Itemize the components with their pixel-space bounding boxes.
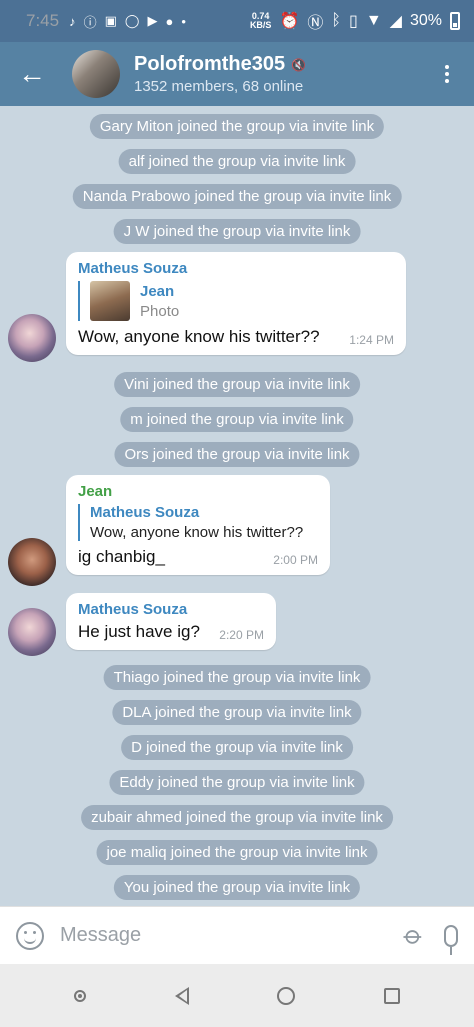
service-message: J W joined the group via invite link: [113, 219, 361, 244]
message-bubble[interactable]: Jean Matheus Souza Wow, anyone know his …: [66, 475, 330, 575]
dot-icon: •: [181, 13, 186, 29]
status-bar: 7:45 ♪ ⓘ ▣ ◯ ▶ ● • 0.74 KB/S ⏰ Ⓝ ᛒ ▯ ▼ ◢…: [0, 0, 474, 42]
muted-icon: 🔇: [291, 57, 307, 72]
info-icon: ⓘ: [83, 14, 97, 30]
composer: ⌀: [0, 906, 474, 964]
service-message: Gary Miton joined the group via invite l…: [89, 114, 385, 139]
member-count: 1352 members, 68 online: [134, 78, 304, 95]
avatar[interactable]: [8, 538, 56, 586]
reddit-icon: ●: [165, 13, 174, 29]
service-message: Vini joined the group via invite link: [114, 372, 360, 397]
service-message: m joined the group via invite link: [120, 407, 354, 432]
chat-icon: ◯: [124, 13, 140, 28]
youtube-icon: ▶: [147, 13, 158, 28]
app-b-icon: ▣: [104, 13, 117, 28]
photo-thumbnail: [90, 281, 130, 321]
emoji-icon[interactable]: [16, 921, 44, 950]
service-message: Thiago joined the group via invite link: [103, 665, 371, 690]
message-time: 2:00 PM: [273, 553, 318, 567]
service-message: Nanda Prabowo joined the group via invit…: [72, 184, 402, 209]
more-vert-icon[interactable]: [420, 62, 474, 86]
message-time: 1:24 PM: [349, 333, 394, 347]
battery-icon: [450, 12, 460, 30]
alarm-icon: ⏰: [279, 13, 300, 30]
message-text: ig chanbig_: [78, 547, 165, 566]
back-arrow-icon[interactable]: ←: [0, 42, 64, 106]
nav-home-icon[interactable]: [277, 986, 296, 1005]
message-text: Wow, anyone know his twitter??: [78, 327, 320, 346]
reply-preview[interactable]: Jean Photo: [78, 281, 394, 321]
system-icons: 0.74 KB/S ⏰ Ⓝ ᛒ ▯ ▼ ◢ 30%: [250, 9, 460, 33]
sender-name: Jean: [78, 483, 113, 500]
notification-icons: ♪ ⓘ ▣ ◯ ▶ ● •: [69, 12, 186, 31]
assistant-dot-icon[interactable]: [74, 989, 87, 1002]
reply-preview[interactable]: Matheus Souza Wow, anyone know his twitt…: [78, 504, 318, 541]
reply-author: Matheus Souza: [90, 504, 200, 521]
tiktok-icon: ♪: [69, 13, 76, 29]
message-text: He just have ig?: [78, 622, 200, 641]
net-speed: 0.74 KB/S: [249, 11, 272, 30]
chat-title-box[interactable]: Polofromthe305 🔇 1352 members, 68 online: [134, 53, 306, 95]
reply-author: Jean: [140, 282, 175, 300]
wifi-icon: ▼: [365, 12, 382, 29]
group-avatar[interactable]: [72, 50, 120, 98]
service-message: Eddy joined the group via invite link: [109, 770, 365, 795]
avatar[interactable]: [8, 314, 56, 362]
signal-icon: ◢: [389, 13, 402, 30]
service-message: You joined the group via invite link: [113, 875, 361, 900]
service-message: DLA joined the group via invite link: [112, 700, 362, 725]
system-nav-bar: [0, 964, 474, 1027]
message-input[interactable]: [60, 924, 407, 947]
chat-header: ← Polofromthe305 🔇 1352 members, 68 onli…: [0, 42, 474, 106]
service-message: D joined the group via invite link: [121, 735, 353, 760]
service-message: Ors joined the group via invite link: [114, 442, 360, 467]
reply-text: Wow, anyone know his twitter??: [90, 524, 304, 541]
group-title: Polofromthe305: [134, 53, 286, 75]
message-bubble[interactable]: Matheus Souza Jean Photo Wow, anyone kno…: [66, 252, 406, 355]
message-time: 2:20 PM: [219, 628, 264, 642]
nav-recents-icon[interactable]: [383, 987, 400, 1004]
vibrate-icon: ▯: [349, 13, 358, 30]
service-message: alf joined the group via invite link: [118, 149, 356, 174]
sender-name: Matheus Souza: [78, 601, 188, 618]
mic-icon[interactable]: [444, 924, 458, 955]
avatar[interactable]: [8, 608, 56, 656]
service-message: zubair ahmed joined the group via invite…: [81, 805, 393, 830]
nfc-icon: Ⓝ: [307, 15, 324, 32]
bluetooth-icon: ᛒ: [331, 12, 341, 29]
nav-back-icon[interactable]: [174, 986, 189, 1005]
battery-percent: 30%: [409, 12, 442, 29]
sender-name: Matheus Souza: [78, 260, 188, 277]
clock: 7:45: [26, 11, 60, 30]
service-message: joe maliq joined the group via invite li…: [96, 840, 378, 865]
reply-type: Photo: [140, 302, 180, 320]
message-list[interactable]: Gary Miton joined the group via invite l…: [0, 106, 474, 906]
message-bubble[interactable]: Matheus Souza He just have ig? 2:20 PM: [66, 593, 276, 650]
